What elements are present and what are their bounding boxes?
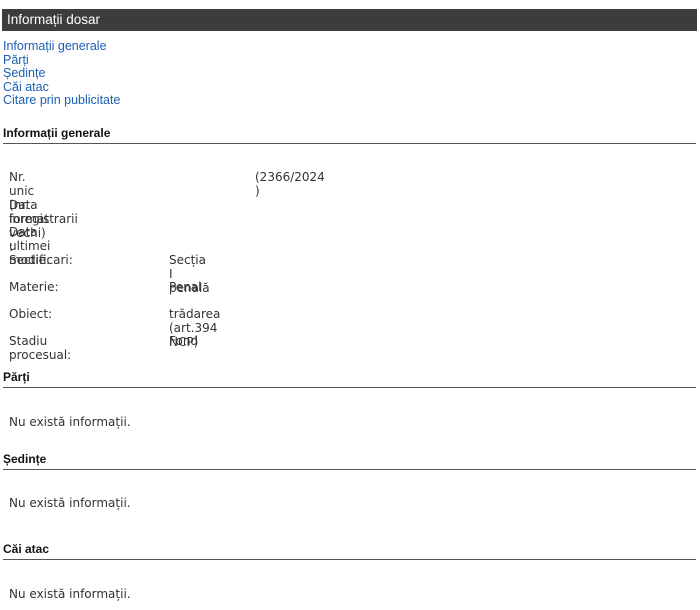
- field-label: Stadiu procesual:: [9, 334, 72, 362]
- field-label: Sectie:: [9, 253, 51, 267]
- nav-link-cai-atac[interactable]: Căi atac: [3, 80, 120, 95]
- empty-message-sedinte: Nu există informații.: [9, 496, 131, 510]
- section-heading-parti: Părți: [3, 370, 696, 388]
- field-label: Data inregistrarii: [9, 198, 78, 226]
- window-title: Informații dosar: [7, 12, 101, 27]
- field-value: (2366/2024 ): [255, 170, 325, 198]
- empty-message-cai-atac: Nu există informații.: [9, 587, 131, 601]
- field-label: Obiect:: [9, 307, 53, 321]
- nav-link-informatii-generale[interactable]: Informații generale: [3, 39, 120, 54]
- nav-link-citare-prin-publicitate[interactable]: Citare prin publicitate: [3, 93, 120, 108]
- section-nav: Informații generale Părți Ședințe Căi at…: [3, 39, 120, 108]
- section-heading-sedinte: Ședințe: [3, 452, 696, 470]
- window-title-bar: Informații dosar: [2, 9, 697, 31]
- section-heading-cai-atac: Căi atac: [3, 542, 696, 560]
- nav-link-parti[interactable]: Părți: [3, 53, 120, 68]
- field-value: Fond: [169, 334, 199, 348]
- section-heading-informatii-generale: Informații generale: [3, 126, 696, 144]
- field-value: Penal: [169, 280, 202, 294]
- nav-link-sedinte[interactable]: Ședințe: [3, 66, 120, 81]
- field-label: Materie:: [9, 280, 59, 294]
- empty-message-parti: Nu există informații.: [9, 415, 131, 429]
